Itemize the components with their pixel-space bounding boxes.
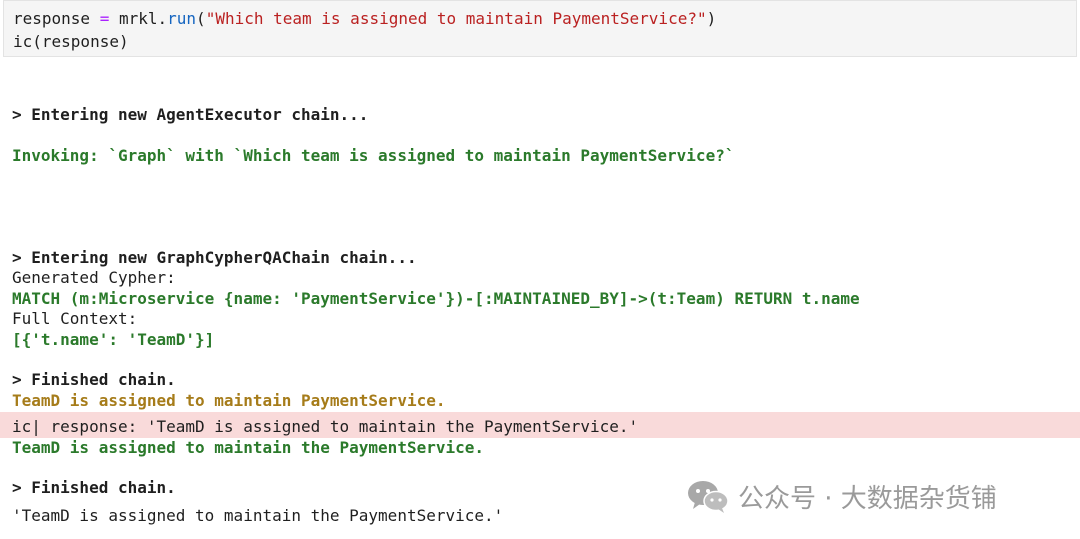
code-method: run: [167, 9, 197, 28]
code-object: mrkl.: [109, 9, 168, 28]
full-context-label: Full Context:: [12, 309, 138, 328]
watermark: 公众号 · 大数据杂货铺: [686, 476, 997, 516]
wechat-icon: [688, 481, 729, 513]
code-string: "Which team is assigned to maintain Paym…: [205, 9, 707, 28]
code-input-cell[interactable]: response = mrkl.run("Which team is assig…: [3, 0, 1077, 57]
code-paren-close: ): [706, 9, 717, 28]
code-operator: =: [99, 9, 110, 28]
invoking-line: Invoking: `Graph` with `Which team is as…: [12, 146, 735, 165]
code-paren-open: (: [196, 9, 206, 28]
code-line-1: response = mrkl.run("Which team is assig…: [13, 9, 716, 29]
generated-cypher-label: Generated Cypher:: [12, 268, 176, 287]
cypher-query: MATCH (m:Microservice {name: 'PaymentSer…: [12, 289, 860, 308]
watermark-text: 公众号 · 大数据杂货铺: [738, 483, 997, 514]
finished-chain-1: > Finished chain.: [12, 370, 176, 389]
finished-chain-2: > Finished chain.: [12, 478, 176, 497]
agent-chain-entry: > Entering new AgentExecutor chain...: [12, 105, 369, 124]
agent-answer: TeamD is assigned to maintain the Paymen…: [12, 438, 485, 457]
code-variable: response: [13, 9, 100, 28]
full-context-value: [{'t.name': 'TeamD'}]: [12, 330, 215, 349]
ic-response-line: ic| response: 'TeamD is assigned to main…: [12, 417, 639, 436]
inner-chain-answer: TeamD is assigned to maintain PaymentSer…: [12, 391, 446, 410]
graph-chain-entry: > Entering new GraphCypherQAChain chain.…: [12, 248, 417, 267]
code-line-2: ic(response): [13, 32, 129, 51]
final-return-value: 'TeamD is assigned to maintain the Payme…: [12, 506, 504, 525]
